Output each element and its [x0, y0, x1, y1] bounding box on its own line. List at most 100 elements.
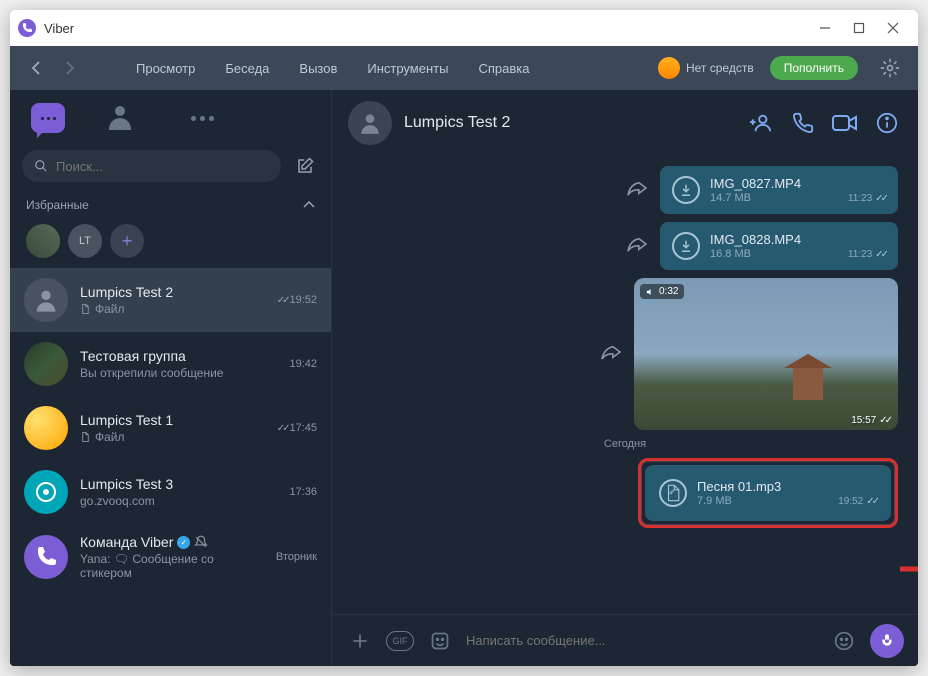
chat-list: Lumpics Test 2 Файл ✓✓19:52 Тестовая гру…: [10, 268, 331, 666]
forward-button[interactable]: [626, 235, 648, 258]
gif-button[interactable]: GIF: [386, 631, 414, 651]
video-call-button[interactable]: [830, 108, 860, 138]
file-name: IMG_0827.MP4: [710, 176, 838, 191]
add-participant-button[interactable]: [746, 108, 776, 138]
menu-tools[interactable]: Инструменты: [355, 55, 460, 82]
menu-chat[interactable]: Беседа: [213, 55, 281, 82]
video-duration: 0:32: [640, 284, 684, 299]
tab-chats[interactable]: [28, 98, 68, 138]
close-button[interactable]: [886, 21, 900, 35]
chat-name: Lumpics Test 1: [80, 412, 265, 428]
avatar: [24, 406, 68, 450]
message-input[interactable]: [466, 633, 818, 648]
file-name: IMG_0828.MP4: [710, 232, 838, 247]
download-icon[interactable]: [672, 232, 700, 260]
titlebar: Viber: [10, 10, 918, 46]
emoji-button[interactable]: [830, 627, 858, 655]
favorite-avatar[interactable]: [26, 224, 60, 258]
muted-volume-icon: [646, 287, 656, 297]
nav-back-button[interactable]: [22, 54, 50, 82]
message-time: 19:52: [838, 496, 863, 507]
highlighted-message: Песня 01.mp3 7.9 MB 19:52✓✓: [638, 458, 898, 528]
chat-header: Lumpics Test 2: [332, 90, 918, 156]
avatar: [24, 470, 68, 514]
chat-preview: Вы открепили сообщение: [80, 366, 277, 380]
coin-icon: [658, 57, 680, 79]
read-checks-icon: ✓✓: [277, 423, 288, 434]
message-time: 15:57: [851, 415, 876, 426]
forward-button[interactable]: [626, 179, 648, 202]
file-size: 7.9 MB: [697, 495, 828, 507]
file-name: Песня 01.mp3: [697, 479, 828, 494]
search-input[interactable]: [56, 159, 269, 174]
maximize-button[interactable]: [852, 21, 866, 35]
balance-label: Нет средств: [686, 61, 754, 75]
avatar: [24, 535, 68, 579]
chat-time: 17:45: [289, 422, 317, 434]
audio-file-message[interactable]: Песня 01.mp3 7.9 MB 19:52✓✓: [645, 465, 891, 521]
chat-item[interactable]: Lumpics Test 3 go.zvooq.com 17:36: [10, 460, 331, 524]
menu-help[interactable]: Справка: [466, 55, 541, 82]
menu-call[interactable]: Вызов: [287, 55, 349, 82]
voice-call-button[interactable]: [788, 108, 818, 138]
contact-avatar[interactable]: [348, 101, 392, 145]
search-icon: [34, 159, 48, 173]
chat-preview: go.zvooq.com: [80, 494, 277, 508]
topup-button[interactable]: Пополнить: [770, 56, 858, 80]
favorite-avatar[interactable]: LT: [68, 224, 102, 258]
file-message[interactable]: IMG_0828.MP4 16.8 MB 11:23✓✓: [660, 222, 898, 270]
chat-time: Вторник: [276, 551, 317, 563]
chat-content: Lumpics Test 2 IMG_0827.MP4 14.7 MB: [332, 90, 918, 666]
attach-button[interactable]: [346, 627, 374, 655]
sticker-button[interactable]: [426, 627, 454, 655]
annotation-arrow: [898, 554, 918, 584]
video-message[interactable]: 0:32 15:57✓✓: [634, 278, 898, 430]
chat-name: Тестовая группа: [80, 348, 277, 364]
voice-message-button[interactable]: [870, 624, 904, 658]
muted-icon: [194, 535, 208, 549]
chat-preview: Файл: [95, 430, 125, 444]
avatar: [24, 278, 68, 322]
compose-button[interactable]: [291, 152, 319, 180]
chat-item[interactable]: Тестовая группа Вы открепили сообщение 1…: [10, 332, 331, 396]
file-size: 14.7 MB: [710, 192, 838, 204]
chat-preview: Файл: [95, 302, 125, 316]
messages-area[interactable]: IMG_0827.MP4 14.7 MB 11:23✓✓ IMG_0828.MP…: [332, 156, 918, 614]
add-favorite-button[interactable]: +: [110, 224, 144, 258]
tab-more[interactable]: [182, 98, 222, 138]
chat-name: Lumpics Test 3: [80, 476, 277, 492]
forward-button[interactable]: [600, 343, 622, 366]
message-time: 11:23: [848, 249, 872, 260]
file-icon: [80, 303, 91, 315]
nav-forward-button[interactable]: [56, 54, 84, 82]
chat-time: 19:42: [289, 358, 317, 370]
read-checks-icon: ✓✓: [879, 415, 890, 426]
favorites-label: Избранные: [26, 198, 89, 212]
minimize-button[interactable]: [818, 21, 832, 35]
chat-item[interactable]: Lumpics Test 1 Файл ✓✓17:45: [10, 396, 331, 460]
read-checks-icon: ✓✓: [875, 193, 886, 204]
balance-indicator[interactable]: Нет средств: [658, 57, 754, 79]
chevron-up-icon: [303, 201, 315, 209]
file-message[interactable]: IMG_0827.MP4 14.7 MB 11:23✓✓: [660, 166, 898, 214]
message-time: 11:23: [848, 193, 872, 204]
chat-time: 19:52: [289, 294, 317, 306]
chat-preview: Yana: 🗨 Сообщение со стикером: [80, 552, 264, 580]
chat-item[interactable]: Lumpics Test 2 Файл ✓✓19:52: [10, 268, 331, 332]
window-title: Viber: [44, 21, 818, 36]
download-icon[interactable]: [672, 176, 700, 204]
avatar: [24, 342, 68, 386]
contact-name[interactable]: Lumpics Test 2: [404, 114, 510, 132]
favorites-header[interactable]: Избранные: [10, 192, 331, 218]
search-box[interactable]: [22, 150, 281, 182]
verified-icon: ✓: [177, 536, 190, 549]
message-input-bar: GIF: [332, 614, 918, 666]
chat-name: Команда Viber: [80, 534, 173, 550]
tab-contacts[interactable]: [100, 98, 140, 138]
settings-button[interactable]: [874, 52, 906, 84]
chat-item[interactable]: Команда Viber ✓ Yana: 🗨 Сообщение со сти…: [10, 524, 331, 590]
viber-logo-icon: [18, 19, 36, 37]
info-button[interactable]: [872, 108, 902, 138]
menu-view[interactable]: Просмотр: [124, 55, 207, 82]
video-content: [784, 354, 832, 406]
